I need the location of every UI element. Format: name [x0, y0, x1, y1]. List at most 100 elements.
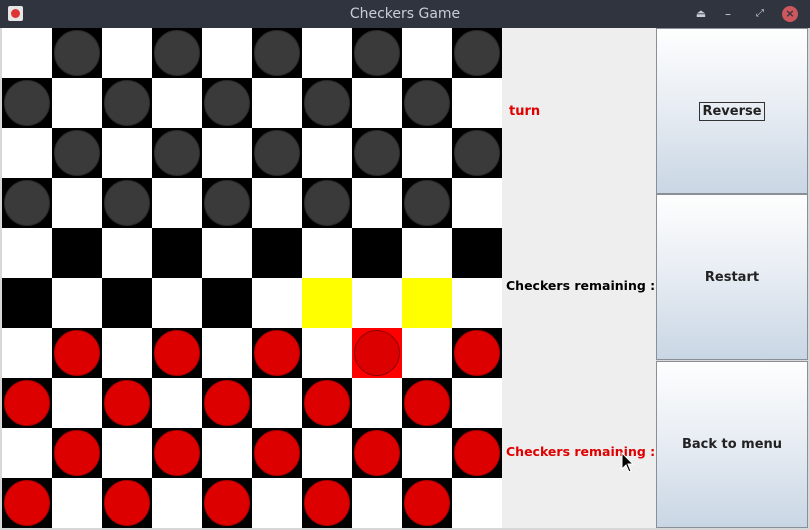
board-square-dark[interactable] [402, 378, 452, 428]
board-square-dark[interactable] [402, 78, 452, 128]
dark-checker-piece[interactable] [404, 180, 450, 226]
board-square-light[interactable] [2, 328, 52, 378]
board-square-light[interactable] [102, 328, 152, 378]
board-square-dark[interactable] [52, 28, 102, 78]
red-checker-piece[interactable] [4, 480, 50, 526]
red-checker-piece[interactable] [354, 430, 400, 476]
red-checker-piece[interactable] [204, 380, 250, 426]
board-square-light[interactable] [302, 428, 352, 478]
board-square-dark[interactable] [202, 478, 252, 528]
board-square-dark[interactable] [2, 178, 52, 228]
board-square-dark[interactable] [402, 178, 452, 228]
board-square-light[interactable] [2, 428, 52, 478]
board-square-light[interactable] [352, 478, 402, 528]
board-square-light[interactable] [302, 28, 352, 78]
board-square-light[interactable] [302, 328, 352, 378]
board-square-dark[interactable] [252, 28, 302, 78]
board-square-light[interactable] [102, 128, 152, 178]
board-square-light[interactable] [252, 478, 302, 528]
dark-checker-piece[interactable] [154, 30, 200, 76]
board-square-dark[interactable] [352, 128, 402, 178]
board-square-dark[interactable] [452, 228, 502, 278]
red-checker-piece[interactable] [254, 430, 300, 476]
board-square-light[interactable] [452, 78, 502, 128]
board-square-light[interactable] [402, 228, 452, 278]
board-square-light[interactable] [52, 378, 102, 428]
dark-checker-piece[interactable] [54, 130, 100, 176]
board-square-dark[interactable] [202, 178, 252, 228]
eject-icon[interactable]: ⏏ [692, 5, 710, 23]
board-square-dark[interactable] [152, 28, 202, 78]
board-square-light[interactable] [52, 78, 102, 128]
red-checker-piece[interactable] [304, 480, 350, 526]
board-square-light[interactable] [252, 178, 302, 228]
board-square-light[interactable] [2, 28, 52, 78]
board-square-dark[interactable] [152, 228, 202, 278]
dark-checker-piece[interactable] [304, 180, 350, 226]
board-square-light[interactable] [402, 328, 452, 378]
board-square-dark[interactable] [52, 328, 102, 378]
red-checker-piece[interactable] [54, 330, 100, 376]
board-square-dark[interactable] [402, 478, 452, 528]
back-to-menu-button[interactable]: Back to menu [656, 361, 808, 528]
board-square-light[interactable] [252, 378, 302, 428]
dark-checker-piece[interactable] [254, 130, 300, 176]
board-square-light[interactable] [402, 28, 452, 78]
board-square-light[interactable] [452, 278, 502, 328]
dark-checker-piece[interactable] [354, 130, 400, 176]
board-square-light[interactable] [152, 178, 202, 228]
board-square-light[interactable] [252, 78, 302, 128]
dark-checker-piece[interactable] [204, 180, 250, 226]
dark-checker-piece[interactable] [54, 30, 100, 76]
board-square-dark[interactable] [302, 378, 352, 428]
dark-checker-piece[interactable] [154, 130, 200, 176]
board-square-dark[interactable] [152, 128, 202, 178]
board-square-dark[interactable] [102, 178, 152, 228]
board-square-light[interactable] [452, 178, 502, 228]
board-square-dark[interactable] [452, 428, 502, 478]
board-square-dark[interactable] [352, 228, 402, 278]
checkers-board[interactable] [2, 28, 502, 528]
board-square-light[interactable] [202, 228, 252, 278]
board-square-light[interactable] [52, 278, 102, 328]
board-square-light[interactable] [352, 178, 402, 228]
board-square-selected[interactable] [352, 328, 402, 378]
board-square-dark[interactable] [452, 28, 502, 78]
dark-checker-piece[interactable] [4, 180, 50, 226]
board-square-light[interactable] [52, 478, 102, 528]
board-square-light[interactable] [102, 228, 152, 278]
dark-checker-piece[interactable] [104, 180, 150, 226]
board-square-light[interactable] [2, 228, 52, 278]
board-square-dark[interactable] [152, 428, 202, 478]
board-square-dark[interactable] [102, 378, 152, 428]
red-checker-piece[interactable] [454, 430, 500, 476]
board-square-dark[interactable] [202, 78, 252, 128]
board-square-light[interactable] [102, 28, 152, 78]
board-square-dark[interactable] [352, 428, 402, 478]
selected-red-checker-piece[interactable] [354, 330, 400, 376]
board-square-move-target[interactable] [402, 278, 452, 328]
board-square-move-target[interactable] [302, 278, 352, 328]
board-square-dark[interactable] [202, 378, 252, 428]
dark-checker-piece[interactable] [454, 30, 500, 76]
red-checker-piece[interactable] [104, 480, 150, 526]
board-square-light[interactable] [202, 328, 252, 378]
board-square-dark[interactable] [2, 78, 52, 128]
dark-checker-piece[interactable] [4, 80, 50, 126]
red-checker-piece[interactable] [304, 380, 350, 426]
dark-checker-piece[interactable] [304, 80, 350, 126]
board-square-dark[interactable] [102, 478, 152, 528]
board-square-light[interactable] [452, 378, 502, 428]
red-checker-piece[interactable] [154, 430, 200, 476]
board-square-light[interactable] [152, 78, 202, 128]
board-square-light[interactable] [302, 128, 352, 178]
board-square-light[interactable] [102, 428, 152, 478]
reverse-button[interactable]: Reverse [656, 28, 808, 194]
red-checker-piece[interactable] [54, 430, 100, 476]
board-square-dark[interactable] [252, 428, 302, 478]
board-square-light[interactable] [352, 278, 402, 328]
red-checker-piece[interactable] [404, 380, 450, 426]
dark-checker-piece[interactable] [104, 80, 150, 126]
board-square-dark[interactable] [52, 228, 102, 278]
board-square-light[interactable] [202, 428, 252, 478]
